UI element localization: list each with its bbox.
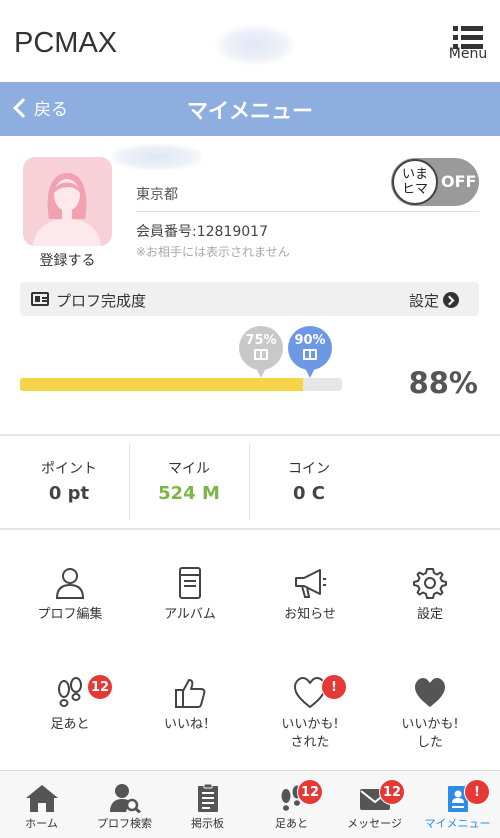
board-icon xyxy=(197,783,218,812)
megaphone-icon xyxy=(295,569,326,598)
nav-board[interactable]: 掲示板 xyxy=(166,771,249,838)
grid-maybe-sent[interactable]: いいかも! した xyxy=(370,676,490,776)
hamburger-icon xyxy=(453,24,483,50)
section-divider xyxy=(0,434,500,436)
toggle-state: OFF xyxy=(441,172,477,191)
section-divider xyxy=(0,528,500,530)
home-icon xyxy=(25,785,58,812)
notification-badge: 12 xyxy=(379,779,405,805)
toggle-knob-line1: いま xyxy=(401,167,428,182)
milestone-75-label: 75% xyxy=(245,333,277,348)
toggle-knob-line2: ヒマ xyxy=(401,182,428,197)
completion-settings-link[interactable]: 設定 xyxy=(409,290,459,311)
grid-label: 足あと xyxy=(50,717,90,732)
gift-icon xyxy=(303,349,317,360)
toggle-knob: いま ヒマ xyxy=(392,159,438,205)
grid-label: いいかも! された xyxy=(250,716,370,752)
completion-title: プロフ完成度 xyxy=(56,292,147,310)
member-number: 会員番号:12819017 xyxy=(136,224,268,240)
nav-footprints[interactable]: 足あと 12 xyxy=(250,771,333,838)
balance-stats: ポイント 0 pt マイル 524 M コイン 0 C xyxy=(0,438,500,528)
milestone-90-marker: 90% xyxy=(288,326,332,378)
points-label: ポイント xyxy=(41,461,97,477)
bottom-navigation: ホーム プロフ検索 掲示板 足あと 12 メッセージ 12 マイメニュー ! xyxy=(0,770,500,838)
nav-home[interactable]: ホーム xyxy=(0,771,83,838)
blurred-nickname xyxy=(112,144,202,170)
grid-label: プロフ編集 xyxy=(37,607,103,622)
miles-value: 524 M xyxy=(158,483,220,504)
profile-search-icon xyxy=(109,784,141,813)
ima-hima-toggle[interactable]: いま ヒマ OFF xyxy=(391,158,479,206)
coins-label: コイン xyxy=(288,461,330,477)
nav-my-menu[interactable]: マイメニュー ! xyxy=(416,771,499,838)
nav-label: 掲示板 xyxy=(191,817,224,830)
thumbs-up-icon xyxy=(175,679,206,708)
completion-progress-track xyxy=(20,378,342,391)
id-card-icon xyxy=(31,292,49,306)
app-header: PCMAX Menu xyxy=(0,0,500,82)
grid-profile-edit[interactable]: プロフ編集 xyxy=(10,566,130,666)
grid-album[interactable]: アルバム xyxy=(130,566,250,666)
grid-likes[interactable]: いいね！ xyxy=(130,676,250,776)
grid-label: アルバム xyxy=(164,607,216,622)
chevron-right-circle-icon xyxy=(443,292,459,308)
grid-maybe-received[interactable]: いいかも! された ! xyxy=(250,674,370,776)
album-icon xyxy=(179,567,201,599)
gift-icon xyxy=(254,349,268,360)
privacy-note: ※お相手には表示されません xyxy=(136,245,290,259)
nav-label: マイメニュー xyxy=(424,817,491,830)
alert-badge: ! xyxy=(464,779,490,805)
profile-section: 登録する 東京都 会員番号:12819017 ※お相手には表示されません いま … xyxy=(0,136,500,436)
gear-icon xyxy=(413,568,447,599)
nav-label: ホーム xyxy=(25,817,58,830)
prefecture: 東京都 xyxy=(136,187,178,203)
pcmax-logo[interactable]: PCMAX xyxy=(14,27,117,60)
register-avatar-label[interactable]: 登録する xyxy=(23,250,112,270)
grid-label-line2: した xyxy=(416,735,443,750)
completion-percent: 88% xyxy=(408,366,478,400)
alert-badge: ! xyxy=(321,674,347,700)
grid-label-line2: された xyxy=(290,735,330,750)
grid-notifications[interactable]: お知らせ xyxy=(250,566,370,666)
grid-label: 設定 xyxy=(416,607,443,622)
nav-label: プロフ検索 xyxy=(97,817,152,830)
notification-badge: 12 xyxy=(297,779,323,805)
footprints-icon xyxy=(58,677,82,707)
points-value: 0 pt xyxy=(48,483,90,504)
milestone-90-label: 90% xyxy=(294,333,326,348)
grid-label-line1: いいかも! xyxy=(281,717,339,732)
grid-label-line1: いいかも! xyxy=(401,717,459,732)
nav-messages[interactable]: メッセージ 12 xyxy=(333,771,416,838)
stat-divider xyxy=(129,444,130,520)
nav-profile-search[interactable]: プロフ検索 xyxy=(83,771,166,838)
milestone-75-marker: 75% xyxy=(239,326,283,378)
notification-badge: 12 xyxy=(87,674,113,700)
completion-settings-label: 設定 xyxy=(408,292,439,310)
nav-label: 足あと xyxy=(275,817,308,830)
grid-label: お知らせ xyxy=(284,607,336,622)
grid-footprints[interactable]: 足あと 12 xyxy=(10,674,130,776)
menu-button[interactable]: Menu xyxy=(446,24,490,70)
page-title: マイメニュー xyxy=(187,99,313,123)
heart-filled-icon xyxy=(415,678,445,707)
title-bar: 戻る マイメニュー xyxy=(0,82,500,136)
completion-progress-fill xyxy=(20,378,304,391)
grid-settings[interactable]: 設定 xyxy=(370,566,490,666)
person-icon xyxy=(55,568,85,599)
coins-value: 0 C xyxy=(292,483,325,504)
blurred-username xyxy=(215,25,295,65)
stat-divider xyxy=(249,444,250,520)
avatar[interactable] xyxy=(23,157,112,246)
profile-completion-bar[interactable]: プロフ完成度 設定 xyxy=(20,282,479,316)
female-silhouette-icon xyxy=(33,173,101,246)
miles-label: マイル xyxy=(168,461,210,477)
nav-label: メッセージ xyxy=(347,817,402,830)
divider xyxy=(136,211,479,212)
grid-label: いいかも! した xyxy=(370,716,490,752)
grid-label: いいね！ xyxy=(163,717,216,732)
